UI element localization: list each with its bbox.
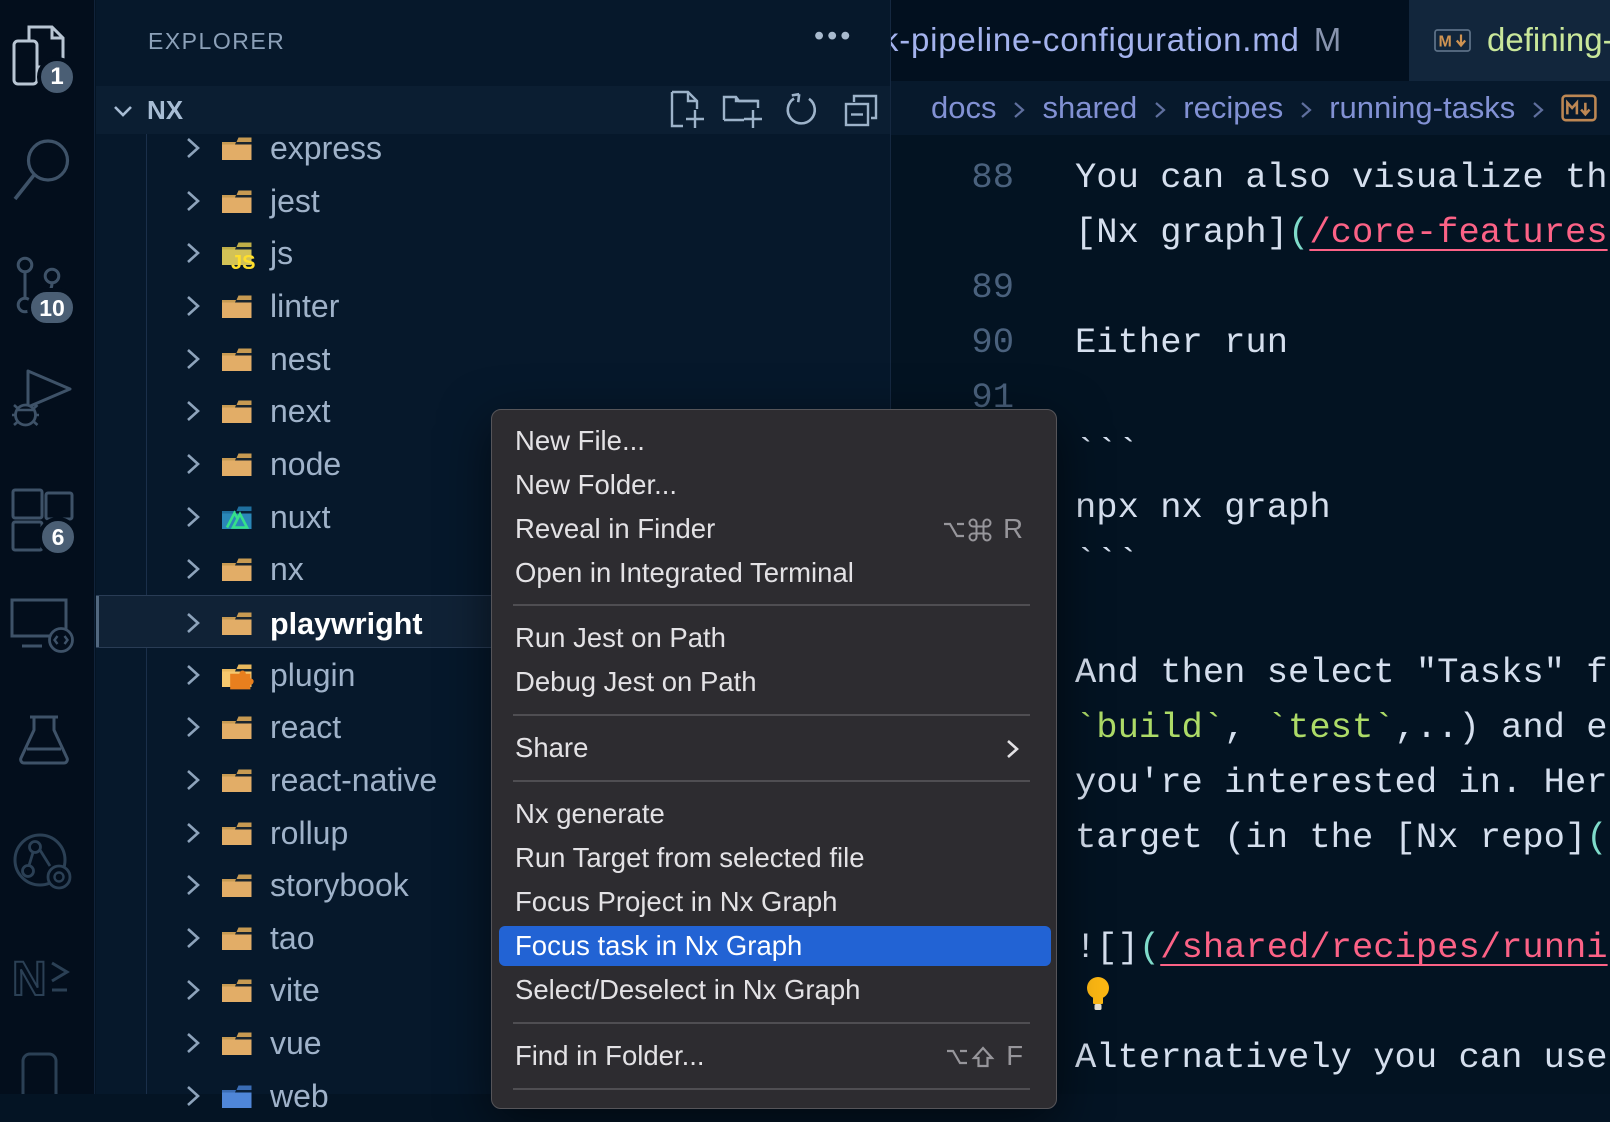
svg-text:JS: JS	[231, 252, 255, 274]
svg-text:M: M	[1439, 34, 1452, 51]
svg-text:N: N	[12, 953, 47, 1003]
